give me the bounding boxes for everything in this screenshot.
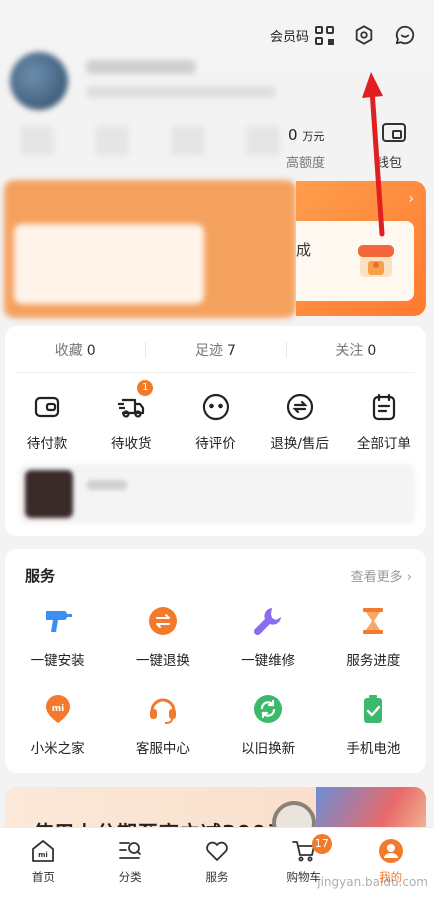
annotation-arrow	[362, 72, 385, 237]
user-subtitle-blurred	[86, 86, 276, 98]
order-returns[interactable]: 退换/售后	[258, 392, 342, 452]
order-label: 待评价	[195, 436, 236, 452]
services-card: 服务 查看更多 › 一键安装 一键退换 一键维修 服务进度 mi 小米之家 客服…	[5, 549, 426, 773]
tab-label: 服务	[205, 870, 229, 884]
bottom-tab-bar: mi 首页 分类 服务 17 购物车 我的 jingyan.baidu.com	[0, 827, 434, 907]
order-pending-payment[interactable]: 待付款	[5, 392, 89, 452]
order-pending-receipt[interactable]: 1 待收货	[89, 380, 173, 452]
home-mi-icon: mi	[32, 840, 55, 862]
tab-category[interactable]: 分类	[87, 828, 174, 907]
all-orders-icon	[372, 393, 396, 421]
battery-icon	[364, 695, 383, 723]
return-exchange-icon	[286, 393, 313, 421]
order-status-row: 待付款 1 待收货 待评价 退换/售后 全部订单	[5, 380, 426, 452]
avatar[interactable]	[10, 52, 68, 110]
services-grid: 一键安装 一键退换 一键维修 服务进度 mi 小米之家 客服中心 以旧换新 手机…	[5, 605, 426, 757]
settings-icon[interactable]	[353, 24, 375, 46]
tab-home[interactable]: mi 首页	[0, 828, 87, 907]
trade-in-icon	[254, 695, 283, 723]
review-face-icon	[202, 393, 229, 421]
banner-card-text: 成	[296, 241, 312, 259]
banner-card[interactable]: 成	[296, 221, 414, 301]
service-customer-center[interactable]: 客服中心	[110, 693, 215, 757]
service-label: 小米之家	[30, 741, 85, 757]
service-repair[interactable]: 一键维修	[216, 605, 321, 669]
tab-cart[interactable]: 17 购物车	[260, 828, 347, 907]
category-search-icon	[119, 842, 142, 859]
install-drill-icon	[45, 611, 72, 632]
order-all[interactable]: 全部订单	[342, 392, 426, 452]
watermark: jingyan.baidu.com	[317, 875, 428, 889]
wallet-pending-icon	[34, 396, 60, 418]
hourglass-icon	[363, 608, 384, 634]
mi-home-location-icon: mi	[45, 695, 70, 723]
service-label: 服务进度	[346, 653, 401, 669]
tab-label: 首页	[31, 870, 55, 884]
footprint-count[interactable]: 足迹 7	[145, 340, 285, 360]
favorites-count[interactable]: 收藏 0	[5, 340, 145, 360]
service-battery[interactable]: 手机电池	[321, 693, 426, 757]
order-label: 待付款	[26, 436, 68, 452]
order-badge: 1	[137, 380, 154, 396]
service-label: 客服中心	[135, 741, 190, 757]
view-more-link[interactable]: 查看更多 ›	[351, 566, 412, 585]
service-exchange[interactable]: 一键退换	[110, 605, 215, 669]
order-label: 全部订单	[356, 436, 411, 452]
divider	[15, 372, 415, 373]
order-label: 待收货	[111, 436, 152, 452]
tab-me[interactable]: 我的	[347, 828, 434, 907]
service-label: 手机电池	[346, 741, 401, 757]
tab-label: 购物车	[286, 870, 322, 884]
following-count[interactable]: 关注 0	[285, 340, 426, 360]
member-code-label: 会员码	[270, 30, 310, 45]
username-blurred	[86, 60, 196, 74]
service-label: 一键退换	[135, 653, 190, 669]
service-label: 一键安装	[30, 653, 85, 669]
heart-icon	[206, 841, 228, 861]
message-icon[interactable]	[394, 24, 416, 46]
product-thumbnail	[25, 470, 73, 518]
credit-value[interactable]: 0 万元	[288, 126, 324, 144]
headset-icon	[149, 698, 176, 724]
service-mi-home[interactable]: mi 小米之家	[5, 693, 110, 757]
blurred-text	[87, 480, 127, 490]
exchange-icon	[148, 607, 177, 635]
chevron-right-icon: ›	[408, 191, 414, 207]
service-label: 一键维修	[241, 653, 296, 669]
promo-card-blurred	[4, 180, 296, 318]
tab-service[interactable]: 服务	[174, 828, 261, 907]
order-pending-review[interactable]: 待评价	[173, 392, 257, 452]
service-label: 以旧换新	[241, 741, 296, 757]
service-install[interactable]: 一键安装	[5, 605, 110, 669]
orders-card: 收藏 0 足迹 7 关注 0 待付款 1 待收货 待评价 退换/售后 全部订单	[5, 326, 426, 536]
svg-text:mi: mi	[51, 704, 63, 714]
delivery-truck-icon	[118, 398, 145, 418]
service-progress[interactable]: 服务进度	[321, 605, 426, 669]
profile-area-blurred	[0, 48, 296, 318]
orange-banner[interactable]: › 成	[296, 181, 426, 316]
cart-badge: 17	[311, 834, 332, 854]
tab-label: 分类	[118, 870, 142, 884]
stats-row-blurred	[20, 126, 280, 156]
store-icon	[358, 245, 394, 277]
svg-text:mi: mi	[39, 851, 49, 859]
recent-order-blurred[interactable]	[19, 464, 415, 524]
repair-wrench-icon	[254, 608, 282, 636]
qr-code-icon	[315, 26, 335, 45]
counts-row: 收藏 0 足迹 7 关注 0	[5, 340, 426, 360]
service-trade-in[interactable]: 以旧换新	[216, 693, 321, 757]
member-code-button[interactable]: 会员码	[270, 26, 335, 45]
order-label: 退换/售后	[270, 436, 329, 452]
services-title: 服务	[25, 567, 56, 585]
credit-label: 高额度	[286, 156, 326, 171]
profile-icon	[378, 839, 403, 863]
